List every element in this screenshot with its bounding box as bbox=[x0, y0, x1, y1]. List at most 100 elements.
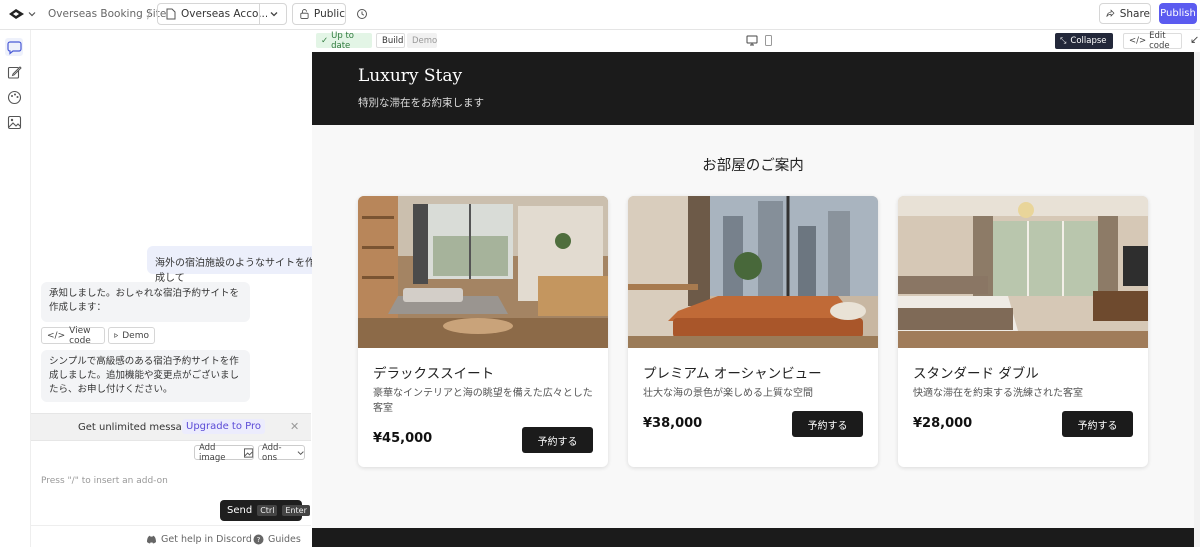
desktop-view-icon[interactable] bbox=[746, 35, 758, 46]
edit-code-button[interactable]: </> Edit code bbox=[1123, 31, 1182, 51]
palette-icon bbox=[7, 90, 21, 104]
left-rail bbox=[0, 30, 31, 547]
page-selector[interactable]: Overseas Acco... bbox=[157, 3, 287, 25]
add-ons-label: Add-ons bbox=[262, 442, 282, 463]
chevron-down-icon bbox=[28, 12, 36, 17]
status-badge: ✓ Up to date bbox=[316, 30, 372, 51]
book-button[interactable]: 予約する bbox=[1062, 411, 1133, 437]
close-icon[interactable]: ✕ bbox=[290, 420, 299, 433]
image-icon bbox=[243, 447, 253, 458]
demo-tab[interactable]: Demo bbox=[407, 33, 437, 48]
edit-icon bbox=[7, 65, 22, 79]
expand-icon[interactable]: ↙ bbox=[1190, 33, 1199, 46]
build-tab[interactable]: Build bbox=[376, 33, 405, 48]
room-name: スタンダード ダブル bbox=[913, 366, 1039, 382]
check-icon: ✓ bbox=[321, 35, 329, 46]
history-icon[interactable] bbox=[356, 8, 368, 20]
room-price: ¥28,000 bbox=[913, 416, 973, 431]
site-brand: Luxury Stay bbox=[358, 66, 463, 86]
guides-link[interactable]: ? Guides bbox=[253, 534, 301, 545]
code-icon: </> bbox=[1129, 36, 1147, 46]
room-price: ¥45,000 bbox=[373, 431, 433, 446]
send-label: Send bbox=[227, 505, 253, 516]
collapse-button[interactable]: ⤡ Collapse bbox=[1055, 33, 1113, 49]
divider bbox=[259, 4, 260, 24]
chevron-down-icon bbox=[297, 450, 304, 455]
assistant-message: シンプルで高級感のある宿泊予約サイトを作成しました。追加機能や変更点がございまし… bbox=[41, 350, 250, 402]
chat-tool[interactable] bbox=[5, 38, 23, 56]
send-button[interactable]: Send Ctrl Enter bbox=[220, 500, 310, 521]
discord-label: Get help in Discord bbox=[161, 534, 252, 545]
room-price: ¥38,000 bbox=[643, 416, 703, 431]
visibility-button[interactable]: Public bbox=[292, 3, 346, 25]
room-card: スタンダード ダブル 快適な滞在を約束する洗練された客室 ¥28,000 予約す… bbox=[898, 196, 1148, 467]
section-title: お部屋のご案内 bbox=[702, 158, 804, 174]
room-photo-deluxe-suite bbox=[358, 196, 608, 348]
collapse-icon: ⤡ bbox=[1060, 36, 1067, 45]
share-icon bbox=[1106, 9, 1115, 17]
guides-label: Guides bbox=[268, 534, 301, 545]
chevron-down-icon[interactable] bbox=[268, 8, 280, 20]
view-code-label: View code bbox=[69, 325, 91, 346]
add-image-button[interactable]: Add image bbox=[194, 442, 254, 463]
user-message: 海外の宿泊施設のようなサイトを作成して bbox=[147, 246, 331, 284]
top-bar: Overseas Booking Site / Overseas Acco...… bbox=[0, 0, 1200, 30]
code-icon: </> bbox=[47, 330, 66, 341]
theme-tool[interactable] bbox=[5, 88, 23, 106]
app-logo-menu[interactable] bbox=[8, 7, 36, 21]
edit-tool[interactable] bbox=[5, 63, 23, 81]
edit-code-label: Edit code bbox=[1149, 31, 1170, 51]
upgrade-link[interactable]: Upgrade to Pro bbox=[182, 419, 266, 434]
book-button[interactable]: 予約する bbox=[792, 411, 863, 437]
play-icon bbox=[114, 333, 119, 338]
room-name: デラックススイート bbox=[373, 366, 495, 382]
publish-button[interactable]: Publish bbox=[1159, 3, 1197, 24]
room-description: 豪華なインテリアと海の眺望を備えた広々とした客室 bbox=[373, 388, 593, 414]
discord-icon bbox=[147, 535, 156, 544]
room-photo-premium-ocean-view bbox=[628, 196, 878, 348]
upgrade-banner: Get unlimited messages Upgrade to Pro ✕ bbox=[31, 413, 311, 440]
room-description: 壮大な海の景色が楽しめる上質な空間 bbox=[643, 388, 813, 399]
status-label: Up to date bbox=[331, 30, 354, 51]
site-footer bbox=[312, 528, 1194, 547]
file-icon bbox=[166, 8, 176, 20]
chat-footer: Get help in Discord ? Guides bbox=[31, 525, 311, 547]
page-selector-label: Overseas Acco... bbox=[181, 8, 267, 20]
app-logo-icon bbox=[9, 9, 24, 19]
room-card: プレミアム オーシャンビュー 壮大な海の景色が楽しめる上質な空間 ¥38,000… bbox=[628, 196, 878, 467]
assistant-message: 承知しました。おしゃれな宿泊予約サイトを作成します： bbox=[41, 282, 250, 322]
svg-text:?: ? bbox=[257, 536, 261, 544]
add-ons-dropdown[interactable]: Add-ons bbox=[258, 442, 305, 463]
image-tool[interactable] bbox=[5, 113, 23, 131]
kbd-ctrl: Ctrl bbox=[257, 505, 278, 516]
collapse-label: Collapse bbox=[1070, 36, 1107, 46]
breadcrumb-separator: / bbox=[147, 7, 152, 21]
room-name: プレミアム オーシャンビュー bbox=[643, 366, 822, 382]
chat-input-placeholder[interactable]: Press "/" to insert an add-on bbox=[41, 476, 168, 486]
book-button[interactable]: 予約する bbox=[522, 427, 593, 453]
demo-button[interactable]: Demo bbox=[108, 327, 155, 344]
kbd-enter: Enter bbox=[282, 505, 310, 516]
share-button[interactable]: Share bbox=[1099, 3, 1151, 24]
site-header: Luxury Stay 特別な滞在をお約束します bbox=[312, 52, 1194, 125]
image-icon bbox=[7, 115, 21, 129]
discord-link[interactable]: Get help in Discord bbox=[146, 534, 252, 545]
lock-open-icon bbox=[300, 9, 309, 19]
room-description: 快適な滞在を約束する洗練された客室 bbox=[913, 388, 1083, 399]
site-preview: Luxury Stay 特別な滞在をお約束します お部屋のご案内 デラックススイ… bbox=[312, 52, 1194, 547]
chat-icon bbox=[6, 40, 22, 55]
chat-panel: 海外の宿泊施設のようなサイトを作成して 承知しました。おしゃれな宿泊予約サイトを… bbox=[31, 30, 331, 547]
view-code-button[interactable]: </> View code bbox=[41, 325, 105, 346]
demo-label: Demo bbox=[122, 330, 149, 341]
chat-input-area[interactable]: Add image Add-ons Press "/" to insert an… bbox=[31, 440, 311, 525]
site-tagline: 特別な滞在をお約束します bbox=[358, 97, 484, 109]
share-label: Share bbox=[1119, 7, 1150, 20]
room-card: デラックススイート 豪華なインテリアと海の眺望を備えた広々とした客室 ¥45,0… bbox=[358, 196, 608, 467]
room-photo-standard-double bbox=[898, 196, 1148, 348]
add-image-label: Add image bbox=[199, 442, 226, 463]
preview-scrollbar[interactable] bbox=[1194, 52, 1200, 547]
help-icon: ? bbox=[253, 534, 264, 545]
visibility-label: Public bbox=[313, 8, 345, 20]
preview-toolbar: ✓ Up to date Build Demo ⤡ Collapse </> E… bbox=[311, 30, 1200, 52]
mobile-view-icon[interactable] bbox=[764, 35, 773, 46]
